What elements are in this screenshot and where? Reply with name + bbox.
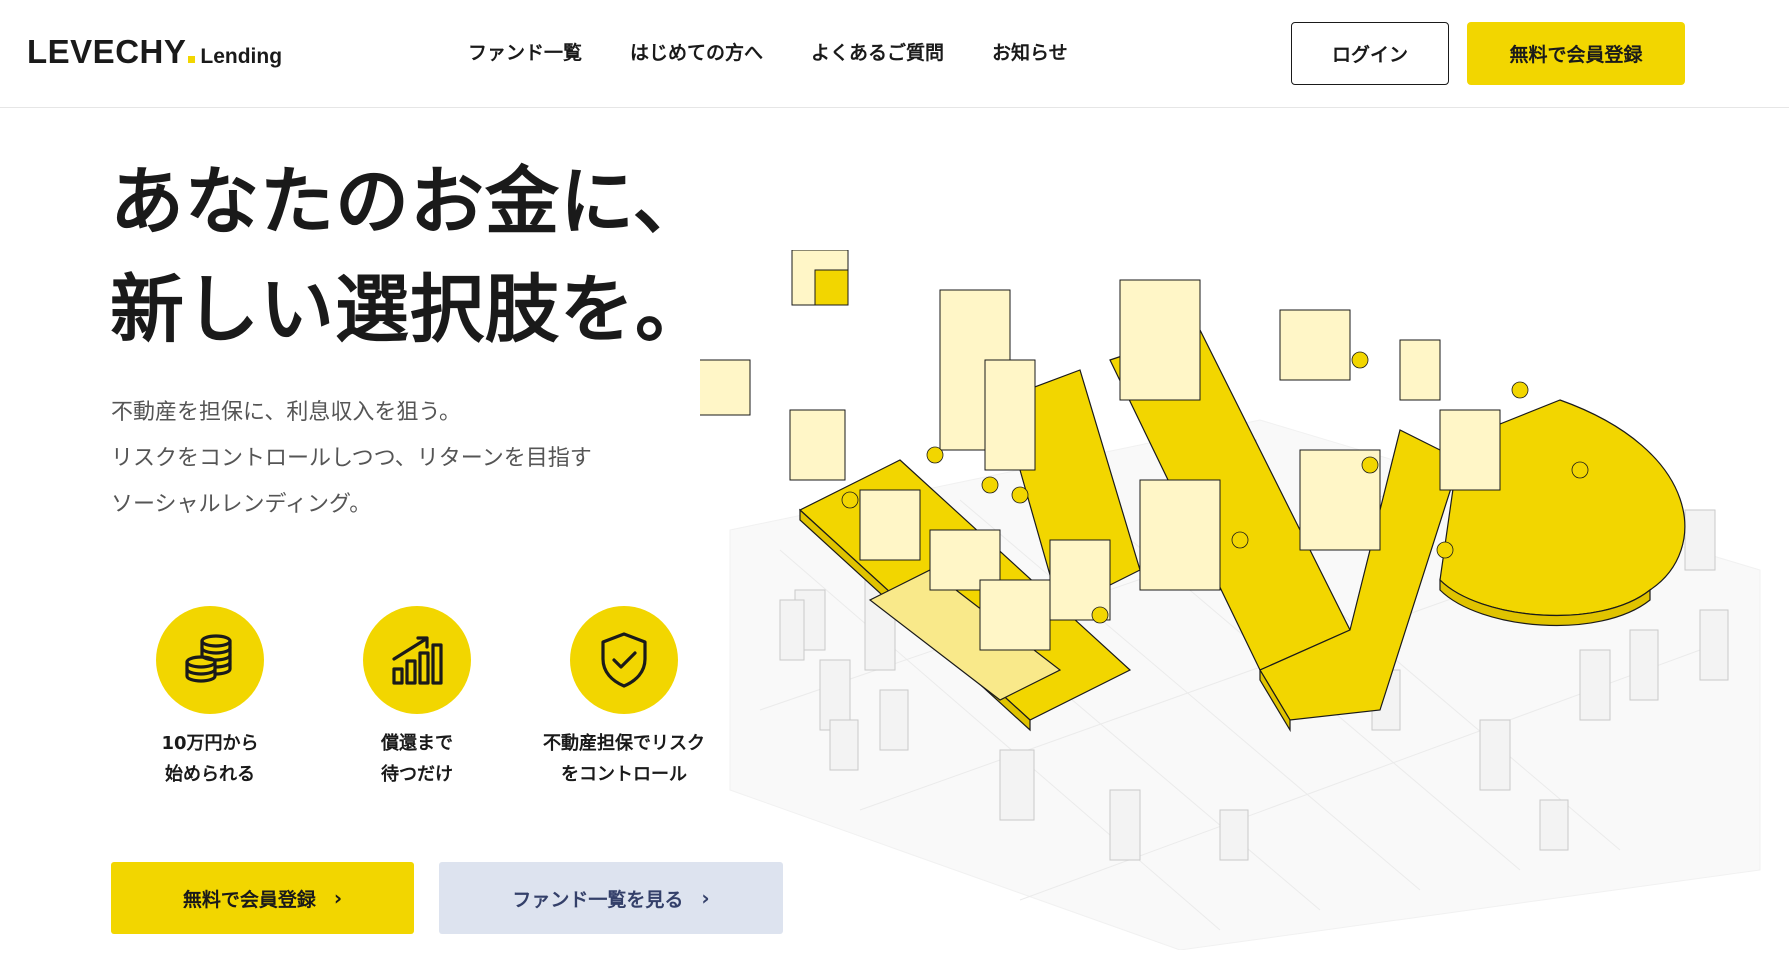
logo[interactable]: LEVECHY Lending xyxy=(27,33,282,73)
feature-label-line: をコントロール xyxy=(561,764,687,785)
register-button[interactable]: 無料で会員登録 › xyxy=(111,862,414,934)
register-button-label: 無料で会員登録 xyxy=(182,888,316,911)
feature-label-line: 不動産担保でリスク xyxy=(543,733,705,754)
hero-title: あなたのお金に、 新しい選択肢を。 xyxy=(110,148,710,364)
hero-description-line: 不動産を担保に、利息収入を狙う。 xyxy=(111,400,462,425)
site-header: LEVECHY Lending ファンド一覧 はじめての方へ よくあるご質問 お… xyxy=(0,0,1789,108)
feature-label: 10万円から 始められる xyxy=(110,728,310,790)
logo-wordmark: LEVECHY xyxy=(27,33,187,70)
feature-label-line: 待つだけ xyxy=(381,764,453,785)
hero-city-illustration xyxy=(694,249,1789,951)
feature-item: 10万円から 始められる xyxy=(110,606,310,790)
feature-label: 償還まで 待つだけ xyxy=(317,728,517,790)
growth-chart-icon xyxy=(363,606,471,714)
feature-label: 不動産担保でリスク をコントロール xyxy=(524,728,724,790)
hero-description-line: リスクをコントロールしつつ、リターンを目指す xyxy=(111,446,592,471)
hero-description: 不動産を担保に、利息収入を狙う。 リスクをコントロールしつつ、リターンを目指す … xyxy=(111,390,592,528)
chevron-right-icon: › xyxy=(333,886,343,910)
nav-item-beginners[interactable]: はじめての方へ xyxy=(630,38,763,65)
feature-item: 不動産担保でリスク をコントロール xyxy=(524,606,724,790)
feature-item: 償還まで 待つだけ xyxy=(317,606,517,790)
coins-icon xyxy=(156,606,264,714)
nav-item-funds[interactable]: ファンド一覧 xyxy=(468,38,582,65)
nav-item-faq[interactable]: よくあるご質問 xyxy=(811,38,944,65)
feature-label-line: 償還まで xyxy=(381,733,453,754)
hero-title-line: あなたのお金に、 xyxy=(110,159,708,245)
main-nav: ファンド一覧 はじめての方へ よくあるご質問 お知らせ xyxy=(468,38,1116,65)
hero-title-line: 新しい選択肢を。 xyxy=(110,267,710,353)
login-button[interactable]: ログイン xyxy=(1291,22,1449,85)
logo-subtitle: Lending xyxy=(200,45,283,68)
features: 10万円から 始められる 償還まで 待つだけ 不動産担保でリスク をコントロール xyxy=(110,606,730,806)
hero-description-line: ソーシャルレンディング。 xyxy=(111,492,372,517)
isometric-city-image xyxy=(694,249,1761,951)
feature-label-line: 10万円から xyxy=(161,733,259,754)
feature-label-line: 始められる xyxy=(165,764,255,785)
shield-check-icon xyxy=(570,606,678,714)
header-register-button[interactable]: 無料で会員登録 xyxy=(1467,22,1685,85)
logo-dot xyxy=(188,56,196,63)
view-funds-button-label: ファンド一覧を見る xyxy=(512,888,684,911)
nav-item-news[interactable]: お知らせ xyxy=(992,38,1068,65)
